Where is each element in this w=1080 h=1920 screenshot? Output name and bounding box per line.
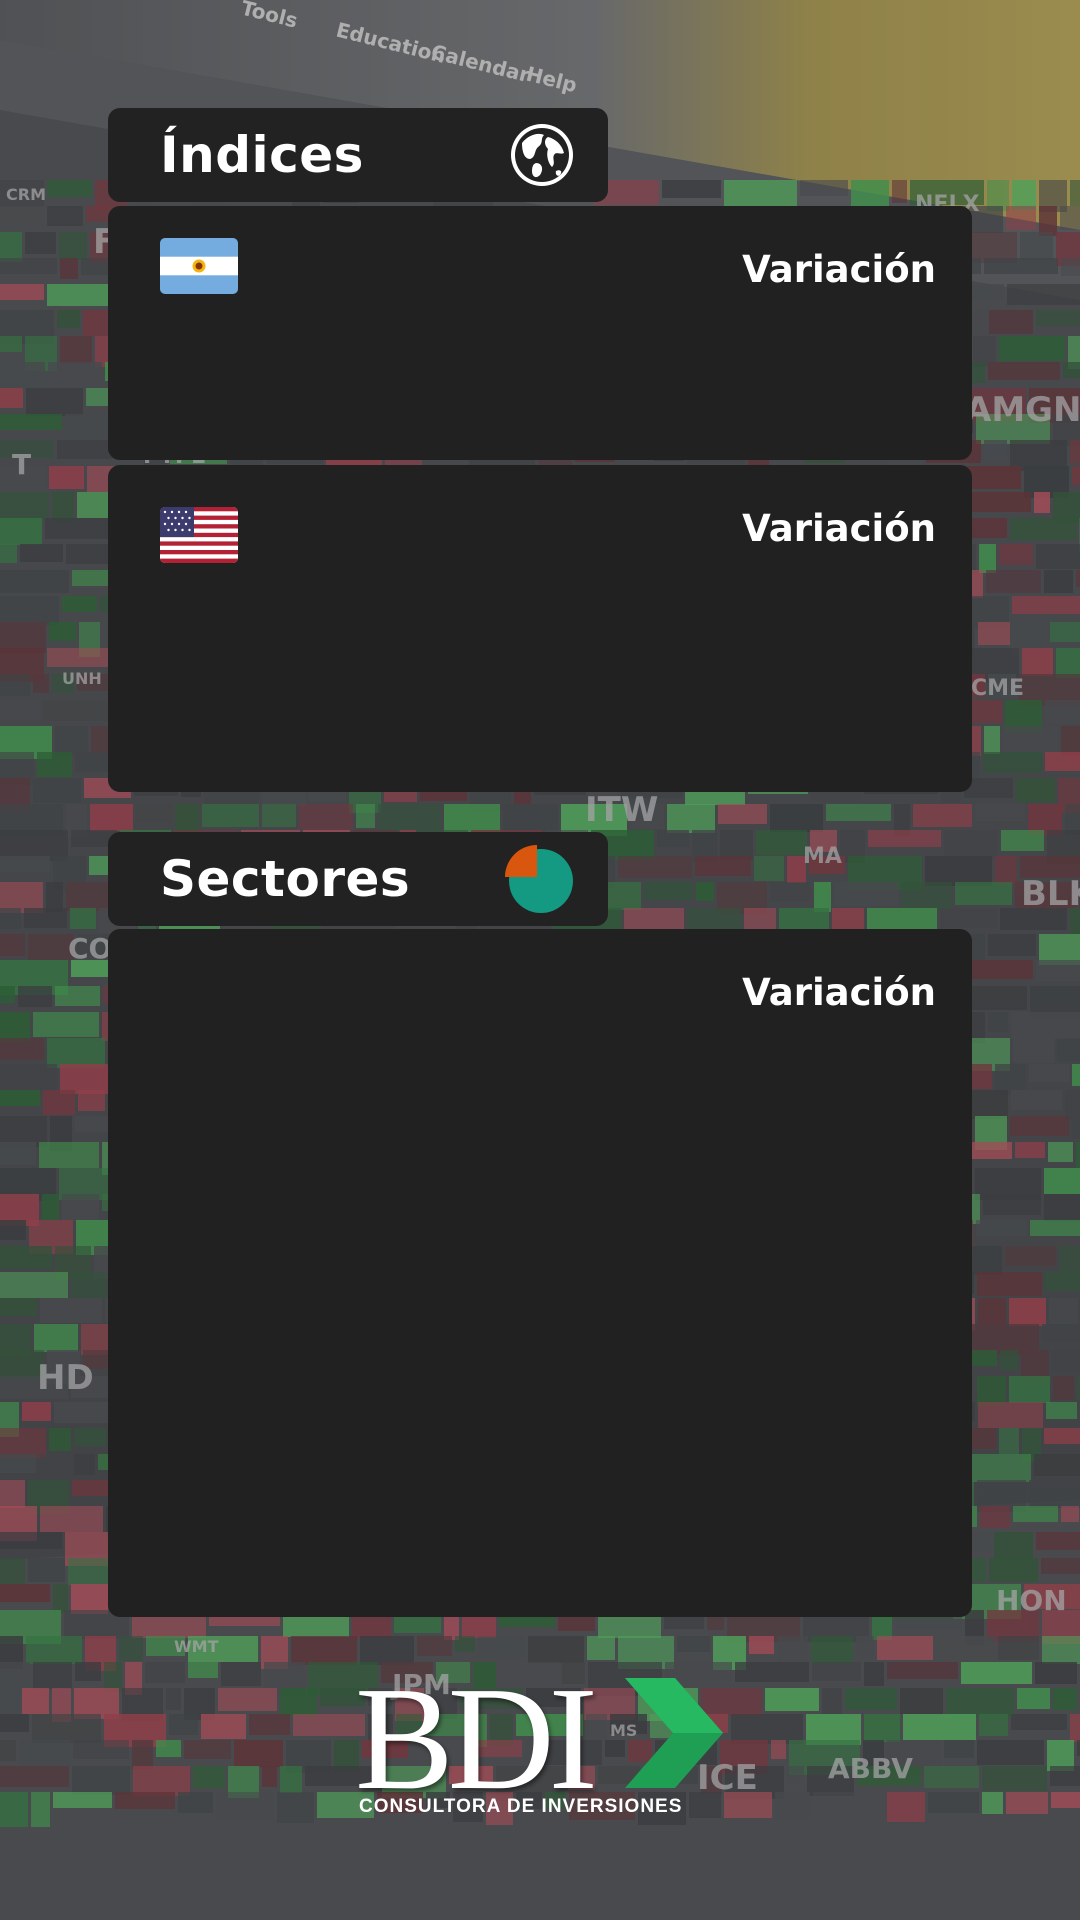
indices-header: Índices bbox=[108, 108, 608, 202]
usa-index-panel: Variación bbox=[108, 465, 972, 792]
pie-chart-icon bbox=[504, 844, 574, 914]
sectores-title: Sectores bbox=[160, 850, 411, 908]
sectores-variation-header: Variación bbox=[742, 971, 936, 1014]
indices-title: Índices bbox=[160, 126, 364, 184]
argentina-flag-icon bbox=[160, 238, 238, 294]
bdi-logo: BDI CONSULTORA DE INVERSIONES bbox=[355, 1657, 735, 1822]
sectores-panel: Variación bbox=[108, 929, 972, 1617]
globe-icon bbox=[510, 123, 574, 187]
logo-subtitle: CONSULTORA DE INVERSIONES bbox=[359, 1796, 683, 1817]
argentina-variation-header: Variación bbox=[742, 248, 936, 291]
usa-flag-icon bbox=[160, 507, 238, 563]
argentina-index-panel: Variación bbox=[108, 206, 972, 460]
usa-variation-header: Variación bbox=[742, 507, 936, 550]
sectores-header: Sectores bbox=[108, 832, 608, 926]
chevron-icon bbox=[625, 1678, 723, 1788]
